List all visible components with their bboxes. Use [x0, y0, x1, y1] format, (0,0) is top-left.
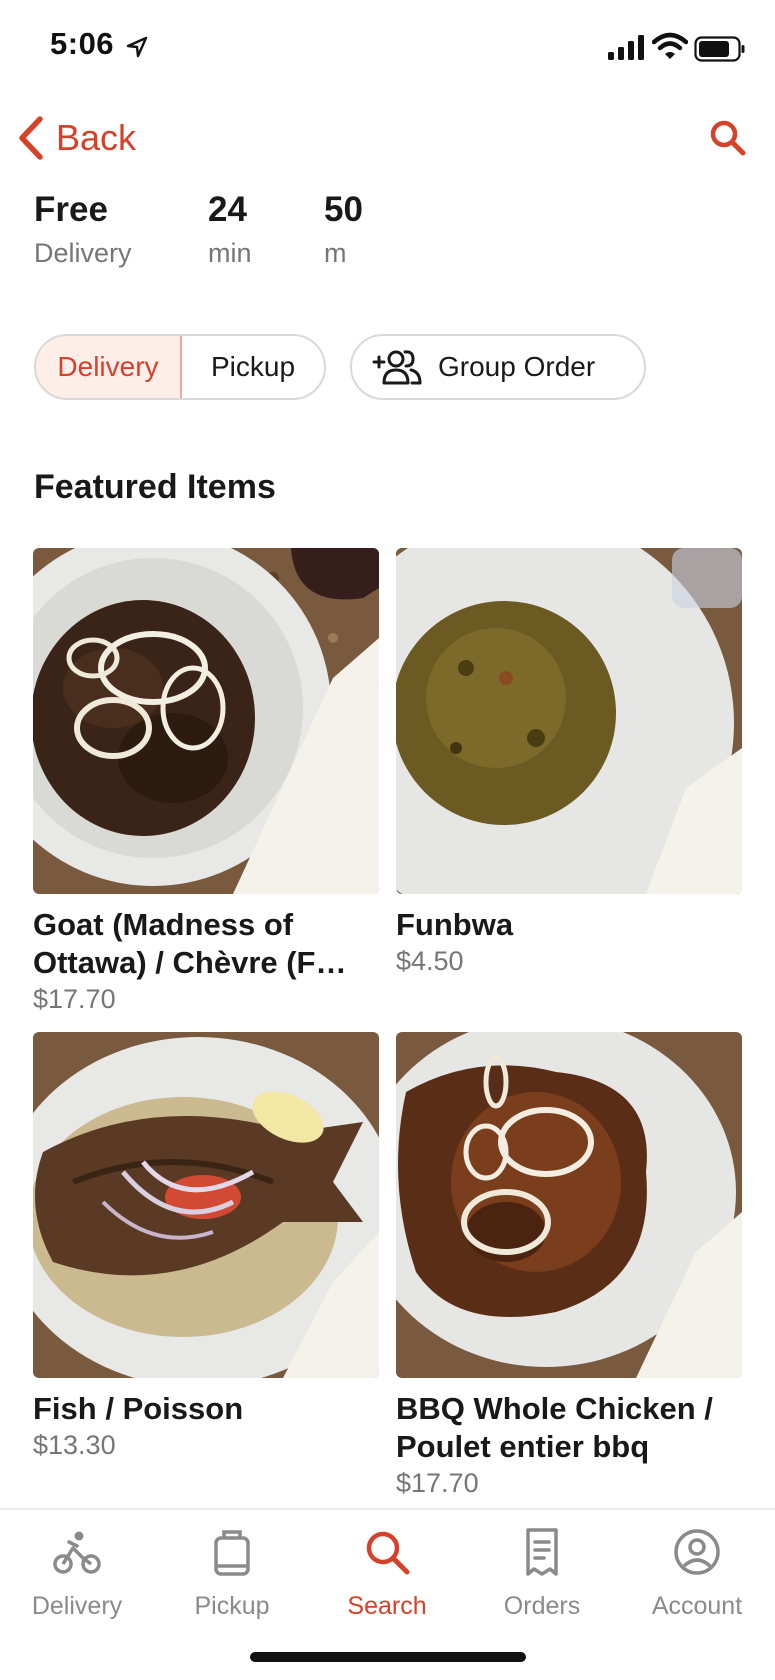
section-title: Featured Items [34, 468, 276, 506]
item-name: Goat (Madness of Ottawa) / Chèvre (F… [33, 907, 347, 980]
item-price: $17.70 [396, 1468, 479, 1498]
featured-item[interactable]: Goat (Madness of Ottawa) / Chèvre (F… $1… [33, 548, 379, 1016]
status-time: 5:06 [50, 26, 115, 61]
tab-label: Delivery [31, 1592, 123, 1620]
wifi-icon [652, 32, 688, 59]
fulfillment-toggle: Delivery Pickup [34, 334, 326, 400]
tab-search[interactable]: Search [322, 1526, 452, 1621]
featured-item[interactable]: BBQ Whole Chicken / Poulet entier bbq $1… [396, 1032, 742, 1500]
featured-item[interactable]: Fish / Poisson $13.30 [33, 1032, 379, 1462]
tab-account[interactable]: Account [632, 1526, 762, 1621]
food-image [396, 1032, 742, 1378]
food-image [396, 548, 742, 894]
item-name: BBQ Whole Chicken / Poulet entier bbq [396, 1391, 713, 1464]
food-image [33, 1032, 379, 1378]
stat-delivery-fee: Free Delivery [34, 190, 208, 269]
add-group-icon [372, 350, 422, 385]
featured-item[interactable]: Funbwa $4.50 [396, 548, 742, 978]
stat-label: min [208, 238, 252, 268]
tab-label: Pickup [194, 1592, 270, 1620]
home-indicator [250, 1652, 526, 1662]
item-price: $17.70 [33, 984, 116, 1014]
stat-label: Delivery [34, 238, 132, 268]
bike-icon [53, 1531, 101, 1574]
account-icon [674, 1529, 720, 1575]
battery-icon [694, 36, 745, 62]
cellular-signal-icon [608, 35, 644, 60]
pickup-toggle-option[interactable]: Pickup [182, 336, 324, 398]
search-icon [366, 1531, 410, 1575]
tab-pickup[interactable]: Pickup [167, 1526, 297, 1621]
location-arrow-icon [126, 36, 148, 58]
group-order-button[interactable]: Group Order [350, 334, 646, 400]
group-order-label: Group Order [438, 351, 596, 382]
item-name: Fish / Poisson [33, 1391, 244, 1426]
tab-label: Search [347, 1592, 427, 1620]
food-image [33, 548, 379, 894]
delivery-toggle-option[interactable]: Delivery [36, 336, 182, 398]
stat-distance: 50 m [324, 190, 404, 269]
tab-orders[interactable]: Orders [477, 1526, 607, 1621]
bag-icon [214, 1530, 250, 1576]
tab-label: Account [651, 1592, 743, 1620]
tab-delivery[interactable]: Delivery [12, 1526, 142, 1621]
stat-value: 24 [208, 190, 247, 229]
tab-label: Orders [503, 1592, 581, 1620]
back-button[interactable]: Back [16, 112, 136, 164]
stat-value: 50 [324, 190, 363, 229]
stat-delivery-time: 24 min [208, 190, 324, 269]
search-icon[interactable] [708, 118, 748, 158]
item-name: Funbwa [396, 907, 514, 942]
item-price: $4.50 [396, 946, 464, 976]
store-stats: Free Delivery 24 min 50 m [34, 190, 404, 269]
receipt-icon [526, 1528, 558, 1576]
chevron-left-icon [19, 116, 43, 160]
item-price: $13.30 [33, 1430, 116, 1460]
back-label: Back [56, 117, 137, 158]
stat-value: Free [34, 190, 108, 229]
stat-label: m [324, 238, 347, 268]
status-bar: 5:06 [0, 0, 775, 100]
